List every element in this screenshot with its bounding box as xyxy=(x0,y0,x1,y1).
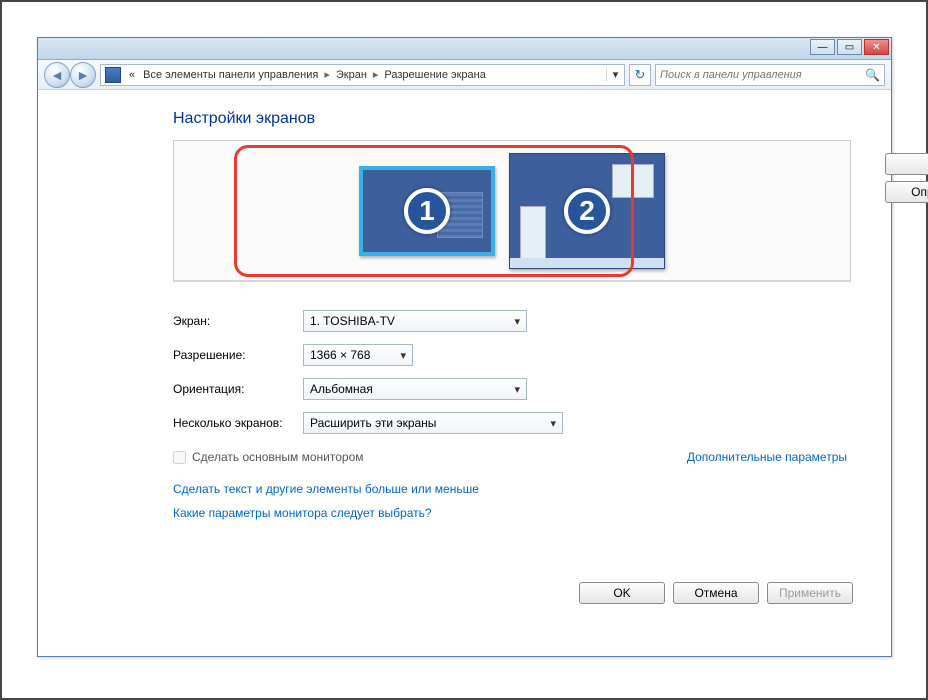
search-icon: 🔍 xyxy=(865,68,880,82)
resolution-row: Разрешение: 1366 × 768 xyxy=(173,344,851,366)
monitor-taskbar-icon xyxy=(510,258,664,268)
monitor-panel: 1 2 Найти Определить xyxy=(173,140,851,282)
close-button[interactable]: ✕ xyxy=(864,39,889,55)
monitor-window-icon xyxy=(612,164,654,198)
chevron-right-icon: ▸ xyxy=(371,68,381,81)
window: — ▭ ✕ ◄ ► « Все элементы панели управлен… xyxy=(37,37,892,657)
footer-buttons: OK Отмена Применить xyxy=(579,582,853,604)
resolution-select[interactable]: 1366 × 768 xyxy=(303,344,413,366)
screen-label: Экран: xyxy=(173,314,303,328)
resolution-label: Разрешение: xyxy=(173,348,303,362)
monitor-number-badge: 2 xyxy=(564,188,610,234)
multi-row: Несколько экранов: Расширить эти экраны xyxy=(173,412,851,434)
content: Настройки экранов 1 2 Найти Определить xyxy=(38,90,891,520)
cancel-button[interactable]: Отмена xyxy=(673,582,759,604)
identify-button[interactable]: Определить xyxy=(885,181,928,203)
minimize-button[interactable]: — xyxy=(810,39,835,55)
ok-button[interactable]: OK xyxy=(579,582,665,604)
breadcrumb-prefix[interactable]: « xyxy=(125,69,139,81)
orientation-select[interactable]: Альбомная xyxy=(303,378,527,400)
primary-monitor-checkbox-label[interactable]: Сделать основным монитором xyxy=(173,450,364,464)
page-title: Настройки экранов xyxy=(173,110,851,128)
screen-select[interactable]: 1. TOSHIBA-TV xyxy=(303,310,527,332)
side-buttons: Найти Определить xyxy=(885,153,928,203)
search-input[interactable] xyxy=(660,69,865,81)
primary-monitor-checkbox[interactable] xyxy=(173,451,186,464)
multi-select[interactable]: Расширить эти экраны xyxy=(303,412,563,434)
breadcrumb-item[interactable]: Разрешение экрана xyxy=(380,69,489,81)
titlebar: — ▭ ✕ xyxy=(38,38,891,60)
address-bar: ◄ ► « Все элементы панели управления ▸ Э… xyxy=(38,60,891,90)
outer-frame: — ▭ ✕ ◄ ► « Все элементы панели управлен… xyxy=(0,0,928,700)
help-links: Сделать текст и другие элементы больше и… xyxy=(173,482,851,520)
screen-row: Экран: 1. TOSHIBA-TV xyxy=(173,310,851,332)
chevron-right-icon: ▸ xyxy=(322,68,332,81)
monitor-2[interactable]: 2 xyxy=(509,153,665,269)
refresh-button[interactable]: ↻ xyxy=(629,64,651,86)
nav-arrows: ◄ ► xyxy=(44,62,96,88)
refresh-icon: ↻ xyxy=(635,67,646,83)
breadcrumb-item[interactable]: Экран xyxy=(332,69,371,81)
text-size-link[interactable]: Сделать текст и другие элементы больше и… xyxy=(173,482,851,496)
search-box[interactable]: 🔍 xyxy=(655,64,885,86)
settings-form: Экран: 1. TOSHIBA-TV Разрешение: 1366 × … xyxy=(173,310,851,434)
monitor-window-icon xyxy=(520,206,546,260)
checkbox-text: Сделать основным монитором xyxy=(192,450,364,464)
which-settings-link[interactable]: Какие параметры монитора следует выбрать… xyxy=(173,506,851,520)
checkbox-row: Сделать основным монитором Дополнительны… xyxy=(173,450,851,464)
monitor-1[interactable]: 1 xyxy=(359,166,495,256)
apply-button[interactable]: Применить xyxy=(767,582,853,604)
find-button[interactable]: Найти xyxy=(885,153,928,175)
advanced-link[interactable]: Дополнительные параметры xyxy=(687,450,847,464)
breadcrumb[interactable]: « Все элементы панели управления ▸ Экран… xyxy=(100,64,625,86)
breadcrumb-dropdown[interactable]: ▾ xyxy=(606,68,624,81)
monitor-area[interactable]: 1 2 xyxy=(174,141,850,280)
control-panel-icon xyxy=(105,67,121,83)
window-controls: — ▭ ✕ xyxy=(810,39,889,55)
orientation-label: Ориентация: xyxy=(173,382,303,396)
back-button[interactable]: ◄ xyxy=(44,62,70,88)
forward-button[interactable]: ► xyxy=(70,62,96,88)
multi-label: Несколько экранов: xyxy=(173,416,303,430)
breadcrumb-item[interactable]: Все элементы панели управления xyxy=(139,69,322,81)
orientation-row: Ориентация: Альбомная xyxy=(173,378,851,400)
monitor-number-badge: 1 xyxy=(404,188,450,234)
maximize-button[interactable]: ▭ xyxy=(837,39,862,55)
